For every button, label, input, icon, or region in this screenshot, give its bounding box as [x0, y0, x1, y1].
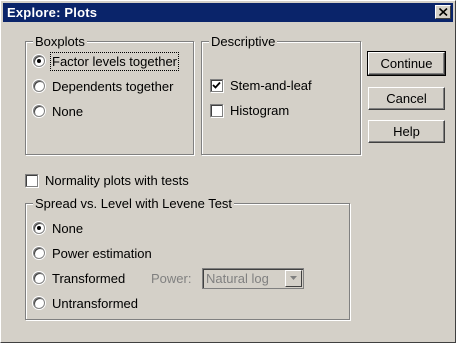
radio-label: Dependents together — [52, 78, 174, 94]
boxplot-dependents-together-radio[interactable]: Dependents together — [33, 77, 173, 95]
radio-button[interactable] — [33, 105, 45, 117]
descriptive-legend: Descriptive — [209, 34, 278, 49]
histogram-checkbox[interactable]: Histogram — [210, 101, 289, 119]
radio-button[interactable] — [33, 247, 45, 259]
radio-label: None — [52, 220, 84, 236]
radio-label: Power estimation — [52, 245, 152, 261]
close-button[interactable] — [435, 5, 451, 19]
radio-button[interactable] — [33, 80, 45, 92]
checkbox[interactable] — [210, 78, 223, 92]
radio-label: Transformed — [52, 270, 126, 286]
continue-button[interactable]: Continue — [367, 51, 446, 76]
chevron-down-icon — [290, 276, 297, 280]
radio-button[interactable] — [33, 55, 45, 67]
radio-label: Untransformed — [52, 295, 138, 311]
close-icon — [439, 8, 448, 16]
checkbox-label: Normality plots with tests — [45, 172, 189, 188]
cancel-button[interactable]: Cancel — [368, 87, 445, 110]
boxplot-factor-levels-radio[interactable]: Factor levels together — [33, 51, 180, 71]
spread-transformed-radio[interactable]: Transformed — [33, 269, 125, 287]
checkbox-label: Stem-and-leaf — [230, 77, 312, 93]
power-select-value: Natural log — [206, 271, 269, 286]
help-button[interactable]: Help — [368, 120, 445, 143]
spread-vs-level-legend: Spread vs. Level with Levene Test — [33, 196, 235, 211]
descriptive-group: Descriptive — [201, 34, 361, 155]
radio-button[interactable] — [33, 297, 45, 309]
normality-plots-checkbox[interactable]: Normality plots with tests — [25, 171, 189, 189]
power-label: Power: — [151, 271, 192, 286]
radio-label: Factor levels together — [49, 51, 180, 71]
checkmark-icon — [212, 81, 221, 89]
window-title: Explore: Plots — [7, 5, 98, 20]
radio-button[interactable] — [33, 222, 45, 234]
stem-and-leaf-checkbox[interactable]: Stem-and-leaf — [210, 76, 312, 94]
dropdown-button[interactable] — [285, 270, 302, 287]
boxplot-none-radio[interactable]: None — [33, 102, 83, 120]
spread-none-radio[interactable]: None — [33, 219, 83, 237]
spread-power-estimation-radio[interactable]: Power estimation — [33, 244, 152, 262]
power-select[interactable]: Natural log — [202, 268, 304, 289]
checkbox-label: Histogram — [230, 102, 290, 118]
checkbox[interactable] — [25, 173, 38, 187]
checkbox[interactable] — [210, 103, 223, 117]
boxplots-legend: Boxplots — [33, 34, 87, 49]
explore-plots-dialog: Explore: Plots Boxplots Factor levels to… — [0, 0, 456, 343]
radio-button[interactable] — [33, 272, 45, 284]
spread-untransformed-radio[interactable]: Untransformed — [33, 294, 138, 312]
radio-label: None — [52, 103, 84, 119]
title-bar[interactable]: Explore: Plots — [3, 3, 453, 22]
